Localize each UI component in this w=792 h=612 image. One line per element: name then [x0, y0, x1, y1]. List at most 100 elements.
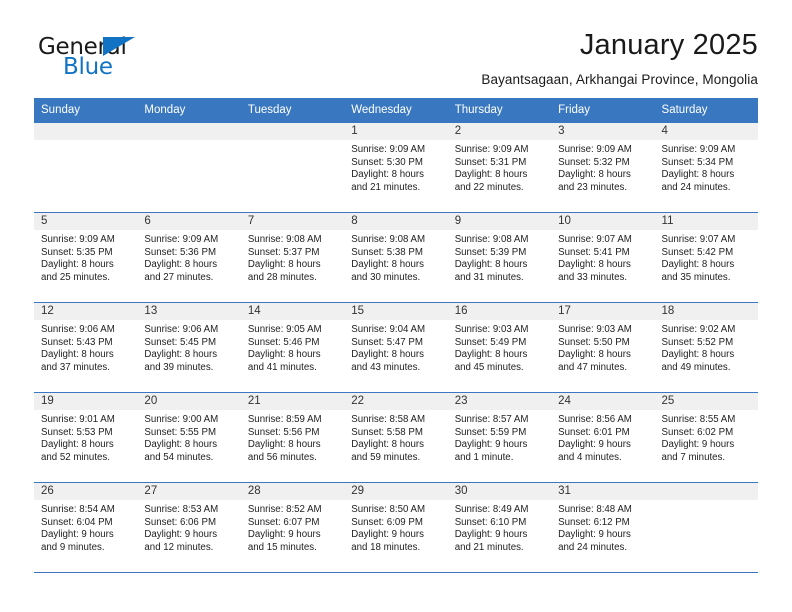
day-cell[interactable]: 6 Sunrise: 9:09 AM Sunset: 5:36 PM Dayli…: [137, 213, 241, 302]
daylight-text-line2: and 56 minutes.: [247, 451, 317, 463]
page-subtitle: Bayantsagaan, Arkhangai Province, Mongol…: [481, 71, 758, 87]
weekday-header-friday: Friday: [558, 104, 591, 116]
day-cell[interactable]: 14 Sunrise: 9:05 AM Sunset: 5:46 PM Dayl…: [240, 303, 345, 392]
daylight-text-line1: Daylight: 8 hours: [351, 349, 424, 361]
day-cell[interactable]: [654, 483, 758, 572]
calendar-grid: Sunday Monday Tuesday Wednesday Thursday…: [34, 98, 758, 573]
day-details: Sunrise: 8:58 AM Sunset: 5:58 PM Dayligh…: [344, 410, 447, 464]
daylight-text-line1: Daylight: 9 hours: [454, 529, 528, 541]
day-cell[interactable]: [240, 123, 345, 212]
day-details: Sunrise: 9:06 AM Sunset: 5:45 PM Dayligh…: [137, 320, 240, 374]
daylight-text-line1: Daylight: 8 hours: [661, 259, 735, 271]
day-cell[interactable]: 27 Sunrise: 8:53 AM Sunset: 6:06 PM Dayl…: [137, 483, 241, 572]
daylight-text-line1: Daylight: 8 hours: [558, 259, 631, 271]
title-block: January 2025 Bayantsagaan, Arkhangai Pro…: [481, 28, 758, 87]
daylight-text-line1: Daylight: 9 hours: [558, 439, 631, 451]
day-details: Sunrise: 9:09 AM Sunset: 5:36 PM Dayligh…: [137, 230, 240, 284]
day-details: Sunrise: 8:57 AM Sunset: 5:59 PM Dayligh…: [448, 410, 551, 464]
day-cell[interactable]: 3 Sunrise: 9:09 AM Sunset: 5:32 PM Dayli…: [551, 123, 655, 212]
day-details: Sunrise: 9:00 AM Sunset: 5:55 PM Dayligh…: [137, 410, 240, 464]
page-title: January 2025: [579, 29, 758, 61]
day-cell[interactable]: [137, 123, 241, 212]
day-cell[interactable]: 13 Sunrise: 9:06 AM Sunset: 5:45 PM Dayl…: [137, 303, 241, 392]
day-cell[interactable]: 30 Sunrise: 8:49 AM Sunset: 6:10 PM Dayl…: [447, 483, 552, 572]
day-details: Sunrise: 9:04 AM Sunset: 5:47 PM Dayligh…: [344, 320, 447, 374]
sunset-text: Sunset: 5:39 PM: [454, 246, 527, 258]
sunrise-text: Sunrise: 9:02 AM: [661, 324, 736, 335]
day-cell[interactable]: 11 Sunrise: 9:07 AM Sunset: 5:42 PM Dayl…: [654, 213, 758, 302]
day-cell[interactable]: 31 Sunrise: 8:48 AM Sunset: 6:12 PM Dayl…: [551, 483, 655, 572]
daylight-text-line2: and 49 minutes.: [661, 361, 731, 373]
sunset-text: Sunset: 6:01 PM: [558, 426, 630, 438]
daylight-text-line1: Daylight: 8 hours: [247, 349, 321, 361]
day-cell[interactable]: 28 Sunrise: 8:52 AM Sunset: 6:07 PM Dayl…: [240, 483, 345, 572]
day-cell[interactable]: 23 Sunrise: 8:57 AM Sunset: 5:59 PM Dayl…: [447, 393, 552, 482]
day-number: [34, 123, 138, 140]
sunrise-text: Sunrise: 9:08 AM: [454, 234, 529, 245]
day-cell[interactable]: 5 Sunrise: 9:09 AM Sunset: 5:35 PM Dayli…: [34, 213, 138, 302]
day-cell[interactable]: 21 Sunrise: 8:59 AM Sunset: 5:56 PM Dayl…: [240, 393, 345, 482]
day-number: 14: [240, 303, 345, 320]
day-cell[interactable]: 19 Sunrise: 9:01 AM Sunset: 5:53 PM Dayl…: [34, 393, 138, 482]
day-cell[interactable]: 8 Sunrise: 9:08 AM Sunset: 5:38 PM Dayli…: [344, 213, 448, 302]
daylight-text-line1: Daylight: 8 hours: [41, 259, 114, 271]
sunset-text: Sunset: 5:41 PM: [558, 246, 630, 258]
week-row: 5 Sunrise: 9:09 AM Sunset: 5:35 PM Dayli…: [34, 212, 758, 302]
day-details: Sunrise: 8:50 AM Sunset: 6:09 PM Dayligh…: [344, 500, 447, 554]
sunset-text: Sunset: 6:10 PM: [454, 516, 527, 528]
day-number: 6: [137, 213, 241, 230]
daylight-text-line2: and 41 minutes.: [247, 361, 317, 373]
day-cell[interactable]: 20 Sunrise: 9:00 AM Sunset: 5:55 PM Dayl…: [137, 393, 241, 482]
daylight-text-line1: Daylight: 8 hours: [247, 259, 321, 271]
day-cell[interactable]: 18 Sunrise: 9:02 AM Sunset: 5:52 PM Dayl…: [654, 303, 758, 392]
day-details: Sunrise: 9:09 AM Sunset: 5:35 PM Dayligh…: [34, 230, 137, 284]
sunset-text: Sunset: 6:09 PM: [351, 516, 423, 528]
day-cell[interactable]: 9 Sunrise: 9:08 AM Sunset: 5:39 PM Dayli…: [447, 213, 552, 302]
day-details: Sunrise: 9:01 AM Sunset: 5:53 PM Dayligh…: [34, 410, 137, 464]
daylight-text-line1: Daylight: 8 hours: [351, 439, 424, 451]
sunrise-text: Sunrise: 8:50 AM: [351, 504, 426, 515]
daylight-text-line2: and 28 minutes.: [247, 271, 317, 283]
day-cell[interactable]: [34, 123, 138, 212]
sunset-text: Sunset: 5:49 PM: [454, 336, 527, 348]
day-cell[interactable]: 17 Sunrise: 9:03 AM Sunset: 5:50 PM Dayl…: [551, 303, 655, 392]
day-cell[interactable]: 4 Sunrise: 9:09 AM Sunset: 5:34 PM Dayli…: [654, 123, 758, 212]
day-cell[interactable]: 22 Sunrise: 8:58 AM Sunset: 5:58 PM Dayl…: [344, 393, 448, 482]
week-row: 1 Sunrise: 9:09 AM Sunset: 5:30 PM Dayli…: [34, 122, 758, 212]
sunset-text: Sunset: 5:43 PM: [41, 336, 113, 348]
daylight-text-line2: and 7 minutes.: [661, 451, 726, 463]
day-cell[interactable]: 25 Sunrise: 8:55 AM Sunset: 6:02 PM Dayl…: [654, 393, 758, 482]
week-row: 12 Sunrise: 9:06 AM Sunset: 5:43 PM Dayl…: [34, 302, 758, 392]
sunset-text: Sunset: 5:34 PM: [661, 156, 734, 168]
sunset-text: Sunset: 5:55 PM: [144, 426, 217, 438]
day-cell[interactable]: 26 Sunrise: 8:54 AM Sunset: 6:04 PM Dayl…: [34, 483, 138, 572]
day-number: 18: [654, 303, 758, 320]
day-cell[interactable]: 10 Sunrise: 9:07 AM Sunset: 5:41 PM Dayl…: [551, 213, 655, 302]
daylight-text-line1: Daylight: 8 hours: [558, 169, 631, 181]
sunrise-text: Sunrise: 9:03 AM: [558, 324, 632, 335]
daylight-text-line1: Daylight: 8 hours: [41, 349, 114, 361]
day-number: 31: [551, 483, 655, 500]
sunset-text: Sunset: 5:35 PM: [41, 246, 113, 258]
sunset-text: Sunset: 6:07 PM: [247, 516, 320, 528]
sunset-text: Sunset: 5:58 PM: [351, 426, 423, 438]
day-cell[interactable]: 2 Sunrise: 9:09 AM Sunset: 5:31 PM Dayli…: [447, 123, 552, 212]
day-number: 27: [137, 483, 241, 500]
sunset-text: Sunset: 5:46 PM: [247, 336, 320, 348]
day-details: Sunrise: 8:52 AM Sunset: 6:07 PM Dayligh…: [241, 500, 344, 554]
daylight-text-line1: Daylight: 8 hours: [454, 259, 528, 271]
day-cell[interactable]: 16 Sunrise: 9:03 AM Sunset: 5:49 PM Dayl…: [447, 303, 552, 392]
weekday-header-saturday: Saturday: [661, 104, 708, 116]
daylight-text-line1: Daylight: 8 hours: [661, 349, 735, 361]
day-cell[interactable]: 12 Sunrise: 9:06 AM Sunset: 5:43 PM Dayl…: [34, 303, 138, 392]
day-cell[interactable]: 1 Sunrise: 9:09 AM Sunset: 5:30 PM Dayli…: [344, 123, 448, 212]
day-details: Sunrise: 8:59 AM Sunset: 5:56 PM Dayligh…: [241, 410, 344, 464]
day-cell[interactable]: 7 Sunrise: 9:08 AM Sunset: 5:37 PM Dayli…: [240, 213, 345, 302]
day-cell[interactable]: 24 Sunrise: 8:56 AM Sunset: 6:01 PM Dayl…: [551, 393, 655, 482]
daylight-text-line2: and 21 minutes.: [454, 541, 524, 553]
day-number: 17: [551, 303, 655, 320]
day-cell[interactable]: 29 Sunrise: 8:50 AM Sunset: 6:09 PM Dayl…: [344, 483, 448, 572]
sunrise-text: Sunrise: 9:09 AM: [454, 144, 529, 155]
daylight-text-line2: and 21 minutes.: [351, 181, 421, 193]
day-cell[interactable]: 15 Sunrise: 9:04 AM Sunset: 5:47 PM Dayl…: [344, 303, 448, 392]
